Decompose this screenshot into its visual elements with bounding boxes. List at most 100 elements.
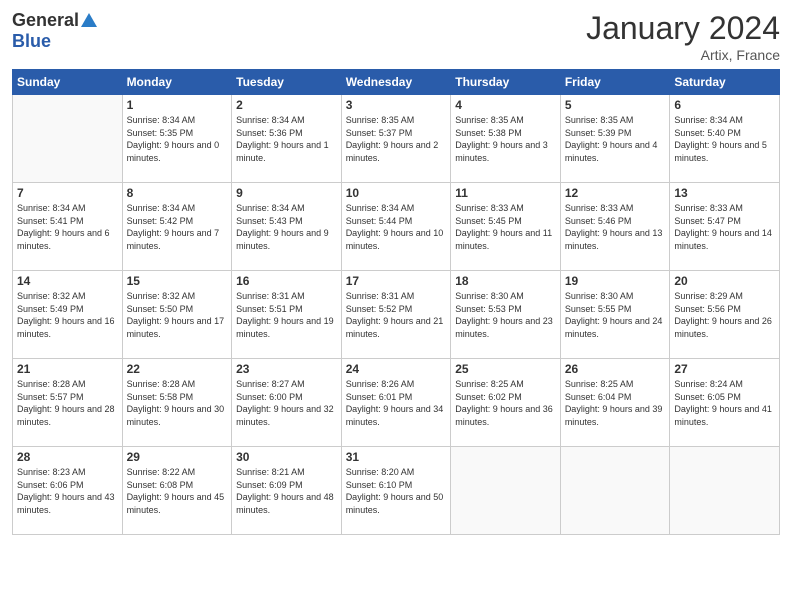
- weekday-header: Sunday: [13, 70, 123, 95]
- calendar-cell: [451, 447, 561, 535]
- day-info: Sunrise: 8:34 AM Sunset: 5:42 PM Dayligh…: [127, 202, 228, 252]
- day-info: Sunrise: 8:27 AM Sunset: 6:00 PM Dayligh…: [236, 378, 337, 428]
- day-info: Sunrise: 8:33 AM Sunset: 5:46 PM Dayligh…: [565, 202, 666, 252]
- calendar-cell: 12 Sunrise: 8:33 AM Sunset: 5:46 PM Dayli…: [560, 183, 670, 271]
- day-number: 25: [455, 362, 556, 376]
- day-info: Sunrise: 8:29 AM Sunset: 5:56 PM Dayligh…: [674, 290, 775, 340]
- day-number: 10: [346, 186, 447, 200]
- calendar-week-row: 28Sunrise: 8:23 AM Sunset: 6:06 PM Dayli…: [13, 447, 780, 535]
- day-info: Sunrise: 8:32 AM Sunset: 5:50 PM Dayligh…: [127, 290, 228, 340]
- calendar-cell: 10 Sunrise: 8:34 AM Sunset: 5:44 PM Dayli…: [341, 183, 451, 271]
- title-block: January 2024 Artix, France: [586, 10, 780, 63]
- day-info: Sunrise: 8:33 AM Sunset: 5:47 PM Dayligh…: [674, 202, 775, 252]
- day-info: Sunrise: 8:34 AM Sunset: 5:41 PM Dayligh…: [17, 202, 118, 252]
- calendar-cell: 3 Sunrise: 8:35 AM Sunset: 5:37 PM Daylig…: [341, 95, 451, 183]
- day-number: 27: [674, 362, 775, 376]
- logo-triangle-icon: [81, 13, 97, 27]
- day-number: 24: [346, 362, 447, 376]
- calendar-table: SundayMondayTuesdayWednesdayThursdayFrid…: [12, 69, 780, 535]
- calendar-cell: 2 Sunrise: 8:34 AM Sunset: 5:36 PM Daylig…: [232, 95, 342, 183]
- calendar-cell: 29Sunrise: 8:22 AM Sunset: 6:08 PM Dayli…: [122, 447, 232, 535]
- day-info: Sunrise: 8:26 AM Sunset: 6:01 PM Dayligh…: [346, 378, 447, 428]
- day-info: Sunrise: 8:28 AM Sunset: 5:57 PM Dayligh…: [17, 378, 118, 428]
- calendar-cell: 15 Sunrise: 8:32 AM Sunset: 5:50 PM Dayli…: [122, 271, 232, 359]
- calendar-cell: 5Sunrise: 8:35 AM Sunset: 5:39 PM Daylig…: [560, 95, 670, 183]
- calendar-cell: 8 Sunrise: 8:34 AM Sunset: 5:42 PM Daylig…: [122, 183, 232, 271]
- day-info: Sunrise: 8:34 AM Sunset: 5:40 PM Dayligh…: [674, 114, 775, 164]
- day-info: Sunrise: 8:25 AM Sunset: 6:04 PM Dayligh…: [565, 378, 666, 428]
- calendar-cell: 19 Sunrise: 8:30 AM Sunset: 5:55 PM Dayli…: [560, 271, 670, 359]
- calendar-cell: 25 Sunrise: 8:25 AM Sunset: 6:02 PM Dayli…: [451, 359, 561, 447]
- day-info: Sunrise: 8:31 AM Sunset: 5:52 PM Dayligh…: [346, 290, 447, 340]
- weekday-header-row: SundayMondayTuesdayWednesdayThursdayFrid…: [13, 70, 780, 95]
- day-info: Sunrise: 8:28 AM Sunset: 5:58 PM Dayligh…: [127, 378, 228, 428]
- logo-blue: Blue: [12, 31, 51, 52]
- day-info: Sunrise: 8:35 AM Sunset: 5:37 PM Dayligh…: [346, 114, 447, 164]
- month-title: January 2024: [586, 10, 780, 47]
- calendar-cell: [670, 447, 780, 535]
- day-number: 5: [565, 98, 666, 112]
- day-number: 1: [127, 98, 228, 112]
- day-info: Sunrise: 8:34 AM Sunset: 5:36 PM Dayligh…: [236, 114, 337, 164]
- day-number: 26: [565, 362, 666, 376]
- weekday-header: Saturday: [670, 70, 780, 95]
- calendar-cell: 18 Sunrise: 8:30 AM Sunset: 5:53 PM Dayli…: [451, 271, 561, 359]
- day-info: Sunrise: 8:34 AM Sunset: 5:44 PM Dayligh…: [346, 202, 447, 252]
- calendar-cell: 6Sunrise: 8:34 AM Sunset: 5:40 PM Daylig…: [670, 95, 780, 183]
- calendar-cell: 22 Sunrise: 8:28 AM Sunset: 5:58 PM Dayli…: [122, 359, 232, 447]
- day-number: 31: [346, 450, 447, 464]
- day-number: 2: [236, 98, 337, 112]
- calendar-cell: 11 Sunrise: 8:33 AM Sunset: 5:45 PM Dayli…: [451, 183, 561, 271]
- day-number: 3: [346, 98, 447, 112]
- day-number: 17: [346, 274, 447, 288]
- day-number: 22: [127, 362, 228, 376]
- calendar-cell: 21Sunrise: 8:28 AM Sunset: 5:57 PM Dayli…: [13, 359, 123, 447]
- calendar-cell: 26 Sunrise: 8:25 AM Sunset: 6:04 PM Dayli…: [560, 359, 670, 447]
- logo: General Blue: [12, 10, 97, 52]
- calendar-week-row: 7 Sunrise: 8:34 AM Sunset: 5:41 PM Daylig…: [13, 183, 780, 271]
- day-info: Sunrise: 8:25 AM Sunset: 6:02 PM Dayligh…: [455, 378, 556, 428]
- calendar-cell: 14Sunrise: 8:32 AM Sunset: 5:49 PM Dayli…: [13, 271, 123, 359]
- day-info: Sunrise: 8:33 AM Sunset: 5:45 PM Dayligh…: [455, 202, 556, 252]
- day-info: Sunrise: 8:30 AM Sunset: 5:55 PM Dayligh…: [565, 290, 666, 340]
- calendar-cell: 20Sunrise: 8:29 AM Sunset: 5:56 PM Dayli…: [670, 271, 780, 359]
- day-info: Sunrise: 8:32 AM Sunset: 5:49 PM Dayligh…: [17, 290, 118, 340]
- calendar-cell: 7 Sunrise: 8:34 AM Sunset: 5:41 PM Daylig…: [13, 183, 123, 271]
- weekday-header: Tuesday: [232, 70, 342, 95]
- day-number: 4: [455, 98, 556, 112]
- calendar-cell: 9 Sunrise: 8:34 AM Sunset: 5:43 PM Daylig…: [232, 183, 342, 271]
- day-number: 16: [236, 274, 337, 288]
- calendar-cell: [13, 95, 123, 183]
- day-info: Sunrise: 8:23 AM Sunset: 6:06 PM Dayligh…: [17, 466, 118, 516]
- day-number: 9: [236, 186, 337, 200]
- calendar-week-row: 1 Sunrise: 8:34 AM Sunset: 5:35 PM Daylig…: [13, 95, 780, 183]
- calendar-cell: 28Sunrise: 8:23 AM Sunset: 6:06 PM Dayli…: [13, 447, 123, 535]
- day-info: Sunrise: 8:30 AM Sunset: 5:53 PM Dayligh…: [455, 290, 556, 340]
- day-number: 18: [455, 274, 556, 288]
- day-info: Sunrise: 8:24 AM Sunset: 6:05 PM Dayligh…: [674, 378, 775, 428]
- calendar-cell: [560, 447, 670, 535]
- day-number: 15: [127, 274, 228, 288]
- location: Artix, France: [586, 47, 780, 63]
- calendar-week-row: 21Sunrise: 8:28 AM Sunset: 5:57 PM Dayli…: [13, 359, 780, 447]
- day-info: Sunrise: 8:31 AM Sunset: 5:51 PM Dayligh…: [236, 290, 337, 340]
- day-number: 7: [17, 186, 118, 200]
- day-info: Sunrise: 8:34 AM Sunset: 5:43 PM Dayligh…: [236, 202, 337, 252]
- day-number: 12: [565, 186, 666, 200]
- calendar-cell: 24 Sunrise: 8:26 AM Sunset: 6:01 PM Dayli…: [341, 359, 451, 447]
- day-number: 11: [455, 186, 556, 200]
- day-info: Sunrise: 8:21 AM Sunset: 6:09 PM Dayligh…: [236, 466, 337, 516]
- weekday-header: Monday: [122, 70, 232, 95]
- calendar-week-row: 14Sunrise: 8:32 AM Sunset: 5:49 PM Dayli…: [13, 271, 780, 359]
- calendar-cell: 17 Sunrise: 8:31 AM Sunset: 5:52 PM Dayli…: [341, 271, 451, 359]
- day-number: 30: [236, 450, 337, 464]
- day-info: Sunrise: 8:34 AM Sunset: 5:35 PM Dayligh…: [127, 114, 228, 164]
- weekday-header: Thursday: [451, 70, 561, 95]
- day-info: Sunrise: 8:22 AM Sunset: 6:08 PM Dayligh…: [127, 466, 228, 516]
- day-number: 23: [236, 362, 337, 376]
- calendar-cell: 30 Sunrise: 8:21 AM Sunset: 6:09 PM Dayli…: [232, 447, 342, 535]
- calendar-cell: 13Sunrise: 8:33 AM Sunset: 5:47 PM Dayli…: [670, 183, 780, 271]
- day-number: 19: [565, 274, 666, 288]
- calendar-cell: 4Sunrise: 8:35 AM Sunset: 5:38 PM Daylig…: [451, 95, 561, 183]
- day-number: 8: [127, 186, 228, 200]
